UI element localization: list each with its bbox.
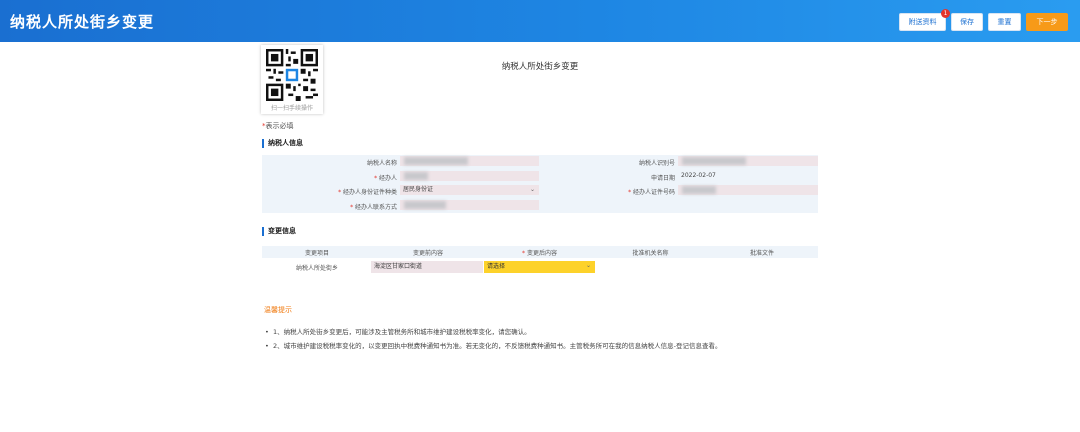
taxpayer-name-label: 纳税人名称: [366, 160, 397, 167]
col-before: 变更前内容: [412, 250, 443, 257]
page-title: 纳税人所处街乡变更: [501, 62, 579, 72]
change-item-cell: 纳税人所处街乡: [295, 265, 338, 272]
tip-item: • 2、城市维护建设税税率变化的，以变更回执中税费种通知书为准。若无变化的，不反…: [265, 342, 722, 350]
taxid-label: 纳税人识别号: [638, 160, 675, 167]
col-after: * 变更后内容: [522, 250, 557, 257]
col-change-item: 变更项目: [304, 250, 329, 257]
id-number-label: * 经办人证件号码: [628, 189, 675, 196]
redacted-mask: [682, 186, 716, 194]
tip-item: • 1、纳税人所处街乡变更后，可能涉及主管税务所和城市维护建设税税率变化，请您确…: [265, 328, 531, 336]
qr-caption: 扫一扫手续操作: [270, 105, 313, 112]
after-value-select[interactable]: 请选择: [484, 261, 595, 273]
required-note: *表示必填: [262, 121, 294, 131]
required-note-text: 表示必填: [265, 122, 294, 130]
chevron-down-icon: ⌄: [586, 262, 592, 269]
save-button[interactable]: 保存: [951, 13, 983, 31]
contact-label: * 经办人联系方式: [350, 204, 397, 211]
tips-title: 温馨提示: [264, 306, 292, 314]
app-title: 纳税人所处街乡变更: [10, 13, 155, 31]
redacted-mask: [404, 157, 468, 165]
change-section-title: 变更信息: [262, 227, 296, 236]
before-value-field: 海淀区甘家口街道: [371, 261, 483, 273]
col-approval-org: 批准机关名称: [632, 250, 669, 257]
id-type-select[interactable]: 居民身份证: [400, 185, 539, 195]
attachments-badge: 1: [941, 9, 950, 18]
header-bar: 纳税人所处街乡变更 附送资料 1 保存 重置 下一步: [0, 0, 1080, 42]
col-approval-doc: 批准文件: [749, 250, 774, 257]
id-type-label: * 经办人身份证件种类: [338, 189, 397, 196]
redacted-mask: [404, 201, 446, 209]
next-step-button[interactable]: 下一步: [1026, 13, 1068, 31]
apply-date-value: 2022-02-07: [681, 172, 716, 179]
reset-button[interactable]: 重置: [988, 13, 1021, 31]
apply-date-label: 申请日期: [650, 175, 675, 182]
agent-label: * 经办人: [374, 175, 397, 182]
chevron-down-icon: ⌄: [530, 186, 536, 193]
qr-code-card: 扫一扫手续操作: [261, 45, 323, 114]
redacted-mask: [404, 172, 428, 180]
taxpayer-section-title: 纳税人信息: [262, 139, 303, 148]
redacted-mask: [682, 157, 746, 165]
attachments-button[interactable]: 附送资料: [899, 13, 946, 31]
qr-code-image: [266, 49, 318, 101]
